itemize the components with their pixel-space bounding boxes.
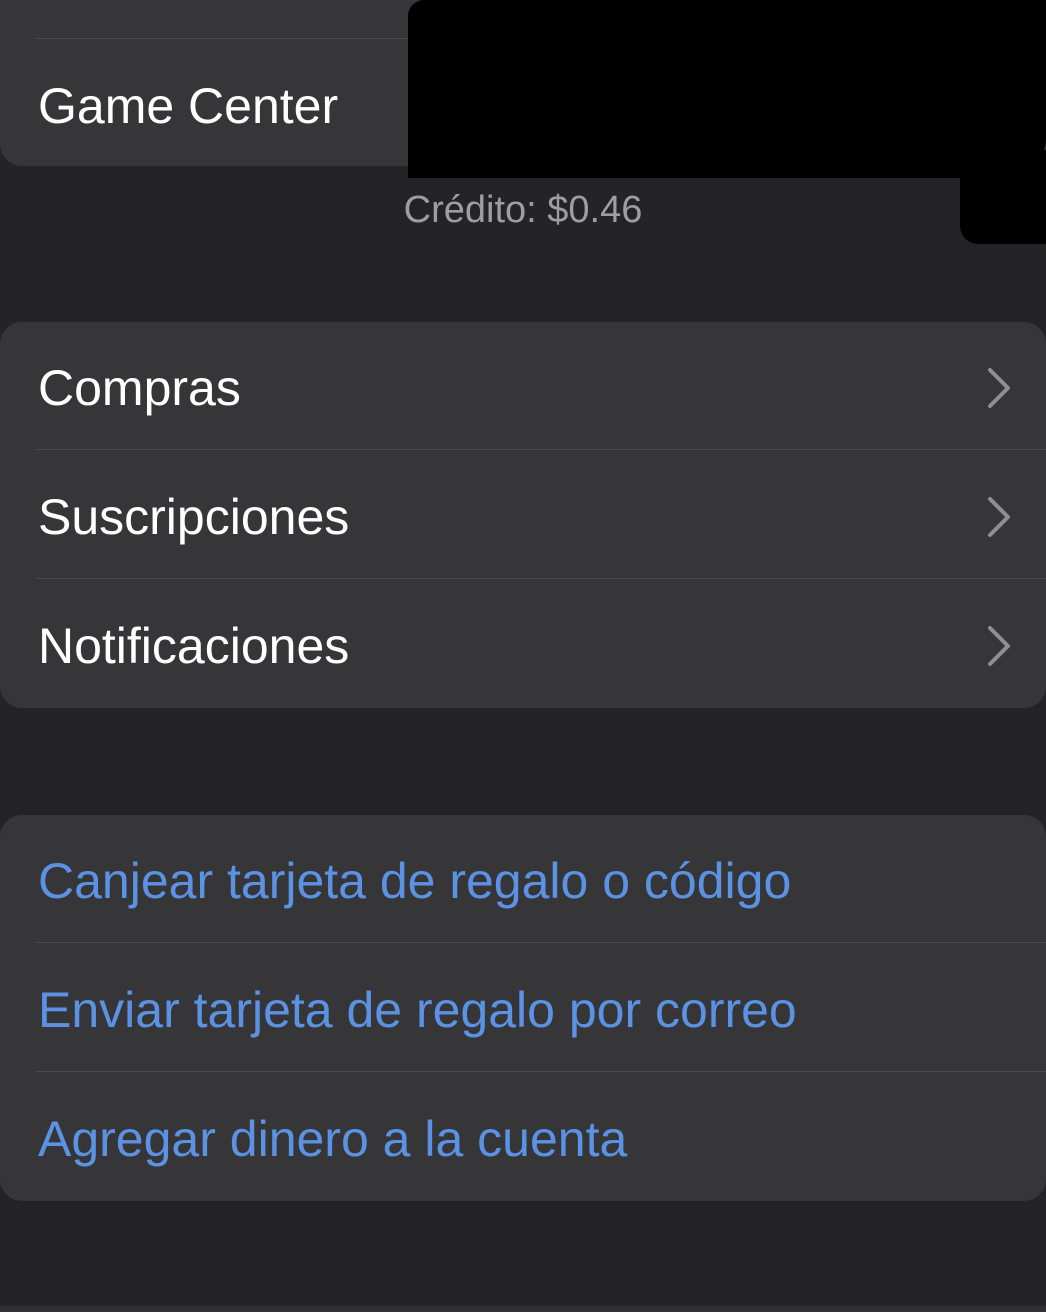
add-funds-button[interactable]: Agregar dinero a la cuenta bbox=[0, 1073, 1046, 1201]
menu-item-suscripciones[interactable]: Suscripciones bbox=[0, 451, 1046, 579]
divider bbox=[36, 578, 1046, 579]
divider bbox=[36, 449, 1046, 450]
divider bbox=[36, 942, 1046, 943]
redeem-gift-card-button[interactable]: Canjear tarjeta de regalo o código bbox=[0, 815, 1046, 943]
send-gift-card-button[interactable]: Enviar tarjeta de regalo por correo bbox=[0, 944, 1046, 1072]
action-label: Enviar tarjeta de regalo por correo bbox=[38, 982, 797, 1038]
account-screen: Game Center Crédito: $0.46 Compras Suscr… bbox=[0, 0, 1046, 1312]
divider bbox=[36, 1071, 1046, 1072]
account-menu-group: Compras Suscripciones Notificaciones bbox=[0, 322, 1046, 708]
action-label: Canjear tarjeta de regalo o código bbox=[38, 853, 792, 909]
menu-item-label: Compras bbox=[38, 360, 241, 416]
menu-item-label: Notificaciones bbox=[38, 618, 350, 674]
credit-balance: Crédito: $0.46 bbox=[403, 189, 643, 231]
chevron-right-icon bbox=[988, 368, 1010, 408]
gift-actions-group: Canjear tarjeta de regalo o código Envia… bbox=[0, 815, 1046, 1201]
action-label: Agregar dinero a la cuenta bbox=[38, 1111, 628, 1167]
chevron-right-icon bbox=[988, 626, 1010, 666]
redacted-area bbox=[408, 0, 1046, 178]
bottom-edge bbox=[0, 1306, 1046, 1312]
game-center-row[interactable]: Game Center bbox=[38, 76, 338, 136]
chevron-right-icon bbox=[988, 497, 1010, 537]
menu-item-compras[interactable]: Compras bbox=[0, 322, 1046, 450]
menu-item-notificaciones[interactable]: Notificaciones bbox=[0, 580, 1046, 708]
menu-item-label: Suscripciones bbox=[38, 489, 350, 545]
